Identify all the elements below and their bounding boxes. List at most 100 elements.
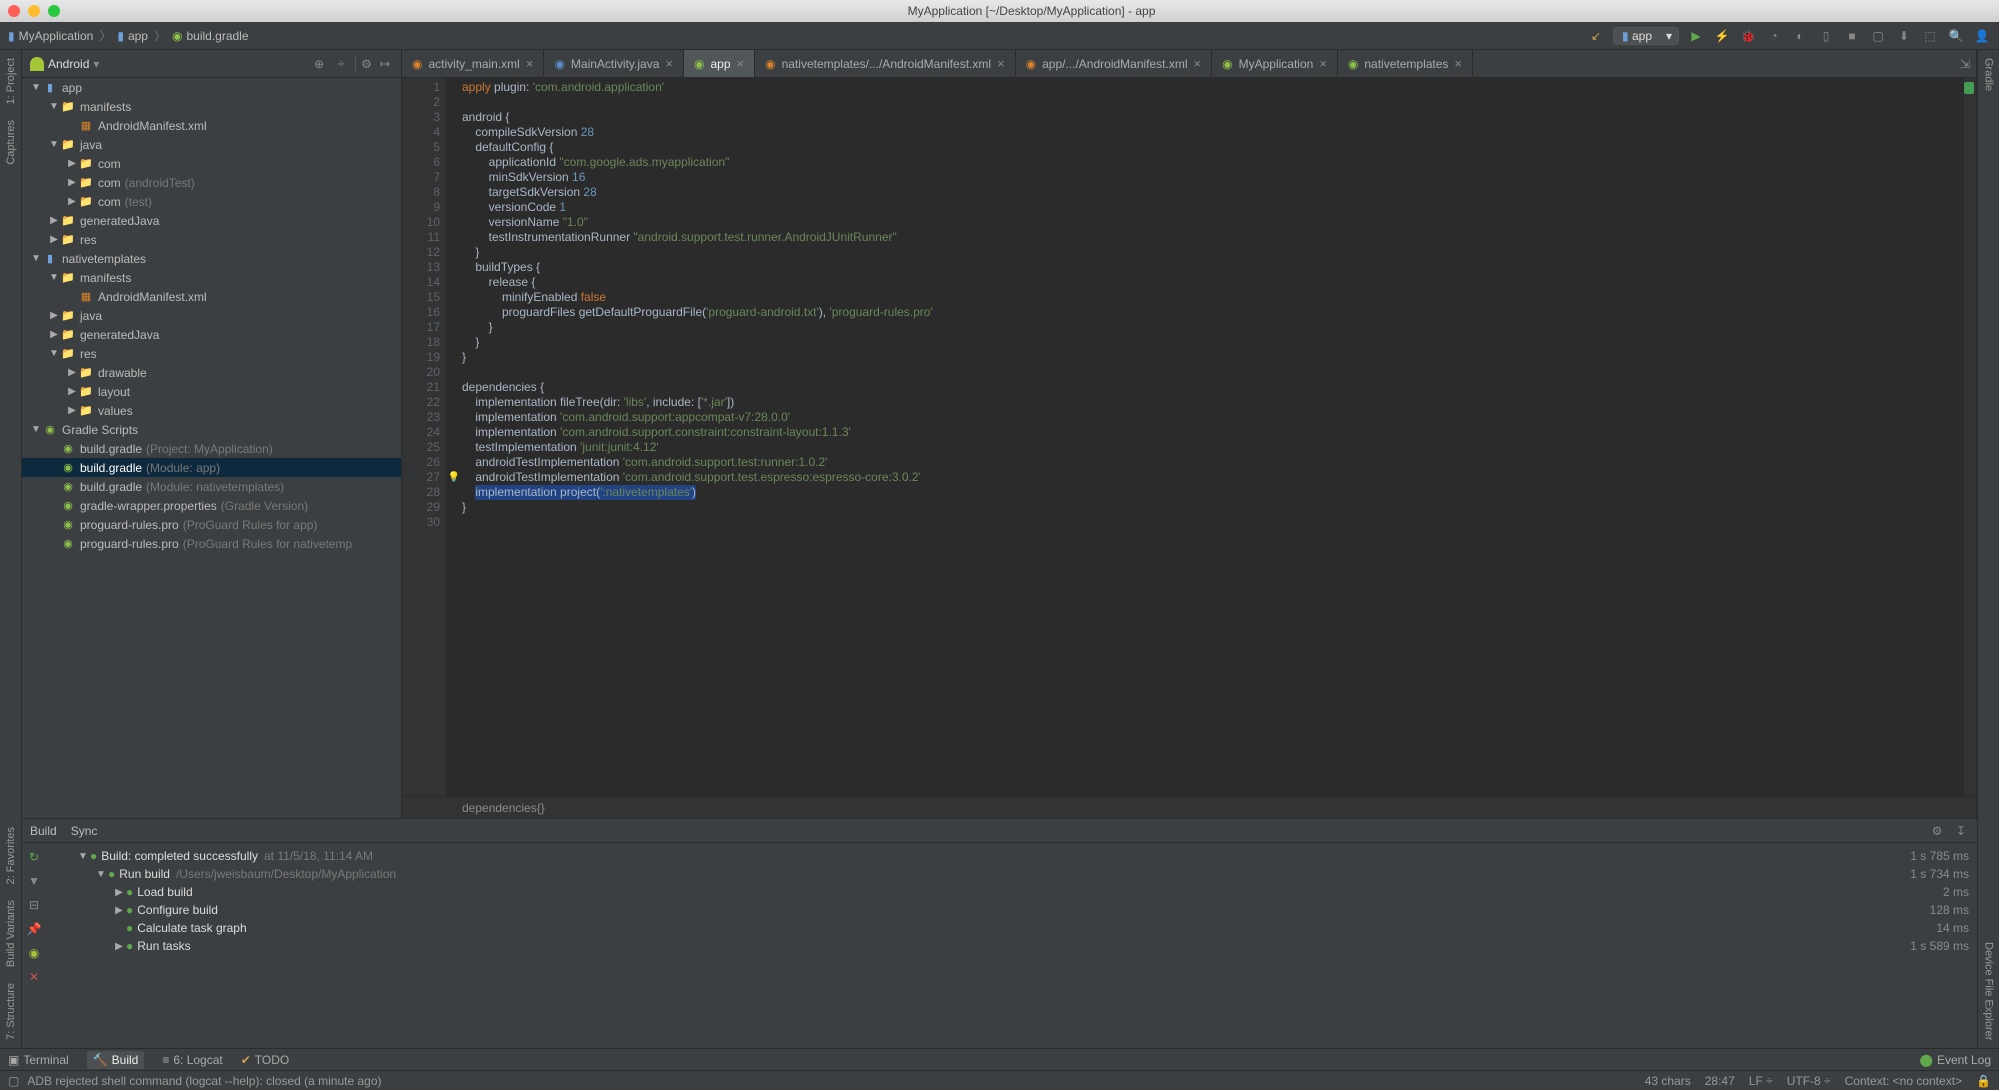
build-row[interactable]: ●Calculate task graph14 ms xyxy=(46,919,1977,937)
tree-row[interactable]: ▦AndroidManifest.xml xyxy=(22,287,401,306)
run-button[interactable]: ▶ xyxy=(1687,27,1705,45)
tree-row[interactable]: ▼📁java xyxy=(22,135,401,154)
tree-row[interactable]: ◉build.gradle(Module: app) xyxy=(22,458,401,477)
expand-toggle[interactable]: ▶ xyxy=(48,310,60,321)
expand-toggle[interactable]: ▼ xyxy=(94,869,108,880)
editor-tab[interactable]: ◉activity_main.xml× xyxy=(402,50,544,77)
close-tab-icon[interactable]: × xyxy=(1454,56,1462,71)
filter-icon[interactable]: ▼ xyxy=(26,873,42,889)
rail-project[interactable]: 1: Project xyxy=(5,50,17,112)
editor-tab[interactable]: ◉app/.../AndroidManifest.xml× xyxy=(1016,50,1212,77)
stop-icon[interactable]: ■ xyxy=(1843,27,1861,45)
tree-row[interactable]: ▦AndroidManifest.xml xyxy=(22,116,401,135)
coverage-icon[interactable]: ◐ xyxy=(1791,27,1809,45)
breadcrumb-root[interactable]: ▮MyApplication xyxy=(8,29,93,43)
expand-toggle[interactable]: ▼ xyxy=(48,139,60,150)
tree-row[interactable]: ▶📁res xyxy=(22,230,401,249)
apply-changes-icon[interactable]: ⚡ xyxy=(1713,27,1731,45)
expand-toggle[interactable]: ▶ xyxy=(66,405,78,416)
status-encoding[interactable]: UTF-8 ÷ xyxy=(1787,1074,1831,1088)
expand-toggle[interactable]: ▶ xyxy=(48,215,60,226)
build-row[interactable]: ▶●Load build2 ms xyxy=(46,883,1977,901)
tree-row[interactable]: ◉proguard-rules.pro(ProGuard Rules for n… xyxy=(22,534,401,553)
logcat-tab[interactable]: ≡6: Logcat xyxy=(162,1053,222,1067)
rail-structure[interactable]: 7: Structure xyxy=(5,975,17,1048)
sdk-icon[interactable]: ⬇ xyxy=(1895,27,1913,45)
scroll-to-source-icon[interactable]: ⊕ xyxy=(311,56,327,72)
expand-toggle[interactable]: ▼ xyxy=(76,851,90,862)
expand-toggle[interactable]: ▶ xyxy=(112,887,126,898)
tree-row[interactable]: ▼📁res xyxy=(22,344,401,363)
expand-toggle[interactable]: ▶ xyxy=(66,177,78,188)
expand-toggle[interactable]: ▶ xyxy=(112,941,126,952)
tree-row[interactable]: ◉proguard-rules.pro(ProGuard Rules for a… xyxy=(22,515,401,534)
tree-row[interactable]: ▶📁layout xyxy=(22,382,401,401)
editor-tab[interactable]: ◉MyApplication× xyxy=(1212,50,1338,77)
project-view-selector[interactable]: Android ▾ xyxy=(30,57,99,71)
tree-row[interactable]: ▼▮nativetemplates xyxy=(22,249,401,268)
rail-gradle[interactable]: Gradle xyxy=(1983,50,1995,99)
sync-icon[interactable]: ↙ xyxy=(1587,27,1605,45)
toggle-icon[interactable]: ⊟ xyxy=(26,897,42,913)
expand-toggle[interactable]: ▶ xyxy=(66,158,78,169)
status-line-ending[interactable]: LF ÷ xyxy=(1749,1074,1773,1088)
user-icon[interactable]: 👤 xyxy=(1973,27,1991,45)
tabs-overflow[interactable]: ⇲ xyxy=(1954,50,1976,77)
expand-toggle[interactable]: ▶ xyxy=(48,329,60,340)
tree-row[interactable]: ▶📁values xyxy=(22,401,401,420)
hide-icon[interactable]: ↦ xyxy=(377,56,393,72)
build-row[interactable]: ▼●Run build/Users/jweisbaum/Desktop/MyAp… xyxy=(46,865,1977,883)
tree-row[interactable]: ◉build.gradle(Module: nativetemplates) xyxy=(22,477,401,496)
close-tab-icon[interactable]: × xyxy=(1319,56,1327,71)
intention-bulb-icon[interactable]: 💡 xyxy=(446,470,462,485)
expand-toggle[interactable]: ▼ xyxy=(30,82,42,93)
layout-icon[interactable]: ⬚ xyxy=(1921,27,1939,45)
rail-captures[interactable]: Captures xyxy=(5,112,17,173)
attach-icon[interactable]: ▯ xyxy=(1817,27,1835,45)
status-context[interactable]: Context: <no context> xyxy=(1845,1074,1962,1088)
expand-toggle[interactable]: ▼ xyxy=(48,348,60,359)
build-tab[interactable]: 🔨Build xyxy=(87,1051,145,1069)
search-icon[interactable]: 🔍 xyxy=(1947,27,1965,45)
event-log-tab[interactable]: ⬤Event Log xyxy=(1920,1053,1991,1067)
avd-icon[interactable]: ▢ xyxy=(1869,27,1887,45)
close-tab-icon[interactable]: × xyxy=(737,56,745,71)
build-tab-build[interactable]: Build xyxy=(30,824,57,838)
breadcrumb-module[interactable]: ▮app xyxy=(117,29,148,43)
tree-row[interactable]: ▶📁com(androidTest) xyxy=(22,173,401,192)
debug-icon[interactable]: 🐞 xyxy=(1739,27,1757,45)
expand-toggle[interactable]: ▼ xyxy=(30,424,42,435)
project-tree[interactable]: ▼▮app▼📁manifests▦AndroidManifest.xml▼📁ja… xyxy=(22,78,401,818)
tree-row[interactable]: ▶📁generatedJava xyxy=(22,325,401,344)
gear-icon[interactable]: ⚙ xyxy=(355,56,371,72)
tree-row[interactable]: ▼▮app xyxy=(22,78,401,97)
build-row[interactable]: ▼●Build: completed successfullyat 11/5/1… xyxy=(46,847,1977,865)
clear-icon[interactable]: ✕ xyxy=(26,969,42,985)
close-tab-icon[interactable]: × xyxy=(1194,56,1202,71)
tree-row[interactable]: ▶📁drawable xyxy=(22,363,401,382)
tree-row[interactable]: ▼📁manifests xyxy=(22,97,401,116)
build-row[interactable]: ▶●Run tasks1 s 589 ms xyxy=(46,937,1977,955)
build-tab-sync[interactable]: Sync xyxy=(71,824,98,838)
tree-row[interactable]: ▼◉Gradle Scripts xyxy=(22,420,401,439)
editor-minimap[interactable] xyxy=(1964,78,1976,796)
tree-row[interactable]: ▼📁manifests xyxy=(22,268,401,287)
editor-tab[interactable]: ◉MainActivity.java× xyxy=(544,50,684,77)
close-tab-icon[interactable]: × xyxy=(526,56,534,71)
tree-row[interactable]: ▶📁java xyxy=(22,306,401,325)
rerun-icon[interactable]: ↻ xyxy=(26,849,42,865)
editor-breadcrumb[interactable]: dependencies{} xyxy=(402,796,1976,818)
gear-icon[interactable]: ⚙ xyxy=(1929,823,1945,839)
hide-icon[interactable]: ↧ xyxy=(1953,823,1969,839)
editor-tab[interactable]: ◉nativetemplates/.../AndroidManifest.xml… xyxy=(755,50,1016,77)
expand-toggle[interactable]: ▶ xyxy=(66,386,78,397)
expand-toggle[interactable]: ▶ xyxy=(66,196,78,207)
expand-toggle[interactable]: ▼ xyxy=(30,253,42,264)
breadcrumb-file[interactable]: ◉build.gradle xyxy=(172,29,249,43)
terminal-tab[interactable]: ▣Terminal xyxy=(8,1053,69,1067)
minimize-window-button[interactable] xyxy=(28,5,40,17)
code-content[interactable]: apply plugin: 'com.android.application' … xyxy=(462,78,1964,796)
rail-device-explorer[interactable]: Device File Explorer xyxy=(1983,934,1995,1048)
expand-toggle[interactable]: ▼ xyxy=(48,101,60,112)
tree-row[interactable]: ◉gradle-wrapper.properties(Gradle Versio… xyxy=(22,496,401,515)
